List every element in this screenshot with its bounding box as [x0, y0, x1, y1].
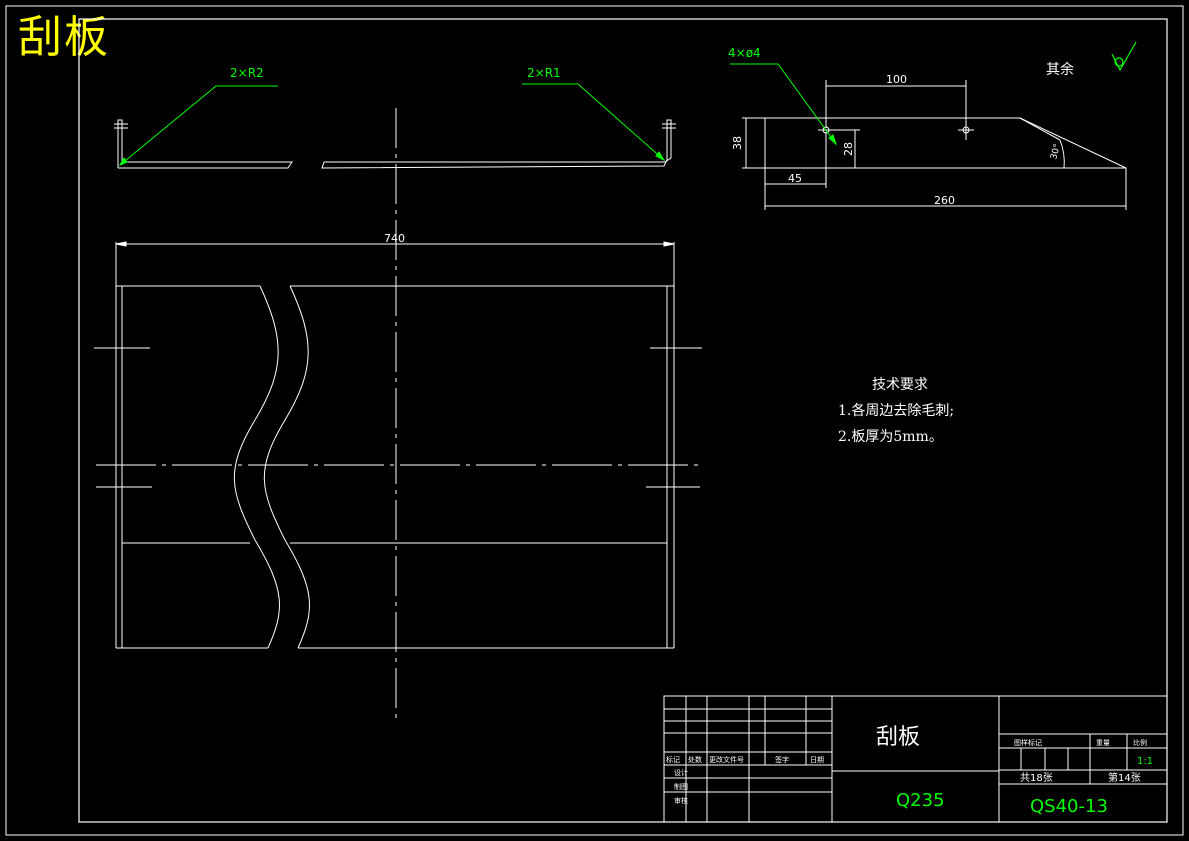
outer-border — [5, 5, 1184, 836]
tb-header-date: 日期 — [810, 756, 824, 764]
tb-total-sheets: 共18张 — [1020, 772, 1053, 784]
tb-row-draw: 制图 — [674, 782, 688, 791]
tb-header-count: 处数 — [688, 755, 702, 764]
leader-r1 — [522, 83, 666, 162]
leader-r2 — [118, 85, 278, 167]
tb-header-sign: 签字 — [775, 755, 789, 764]
label-r2: 2×R2 — [230, 66, 264, 80]
dim-angle: 30° — [1049, 143, 1063, 161]
dim-260: 260 — [934, 194, 955, 207]
tb-header-mark: 标记 — [666, 755, 680, 764]
hole-centerlines — [94, 347, 702, 488]
tb-right-weight: 重量 — [1096, 739, 1110, 747]
dim-28: 28 — [842, 142, 855, 156]
requirement-item: 1.各周边去除毛刺; — [838, 403, 955, 419]
roughness-symbol-icon — [1111, 41, 1137, 72]
label-r1: 2×R1 — [527, 66, 561, 80]
inner-border — [78, 18, 1168, 823]
tb-row-design: 设计 — [674, 768, 688, 777]
label-holes: 4×ø4 — [728, 46, 761, 60]
requirement-item: 2.板厚为5mm。 — [838, 429, 943, 445]
tb-material: Q235 — [896, 790, 945, 811]
technical-requirements: 技术要求 1.各周边去除毛刺; 2.板厚为5mm。 — [838, 372, 954, 450]
side-view — [114, 119, 676, 169]
dim-100: 100 — [886, 73, 907, 86]
tb-sheet: 第14张 — [1108, 771, 1141, 784]
tb-right-mark: 图样标记 — [1014, 738, 1042, 747]
dim-740: 740 — [384, 232, 405, 245]
plan-view — [115, 241, 675, 649]
tb-scale: 1:1 — [1137, 756, 1153, 767]
tb-drawing-no: QS40-13 — [1030, 796, 1108, 817]
dim-38: 38 — [731, 136, 744, 150]
tb-right-scale: 比例 — [1133, 738, 1147, 747]
requirements-heading: 技术要求 — [872, 377, 928, 393]
drawing-sheet: 2×R2 2×R1 100 38 28 45 260 740 30° 4×ø4 … — [5, 5, 1184, 836]
tb-part-name: 刮板 — [876, 725, 920, 750]
detail-view — [742, 80, 1127, 210]
dim-45: 45 — [788, 172, 802, 185]
surface-note: 其余 — [1046, 61, 1074, 78]
tb-row-check: 审核 — [674, 796, 688, 805]
tb-header-change: 更改文件号 — [709, 755, 744, 764]
